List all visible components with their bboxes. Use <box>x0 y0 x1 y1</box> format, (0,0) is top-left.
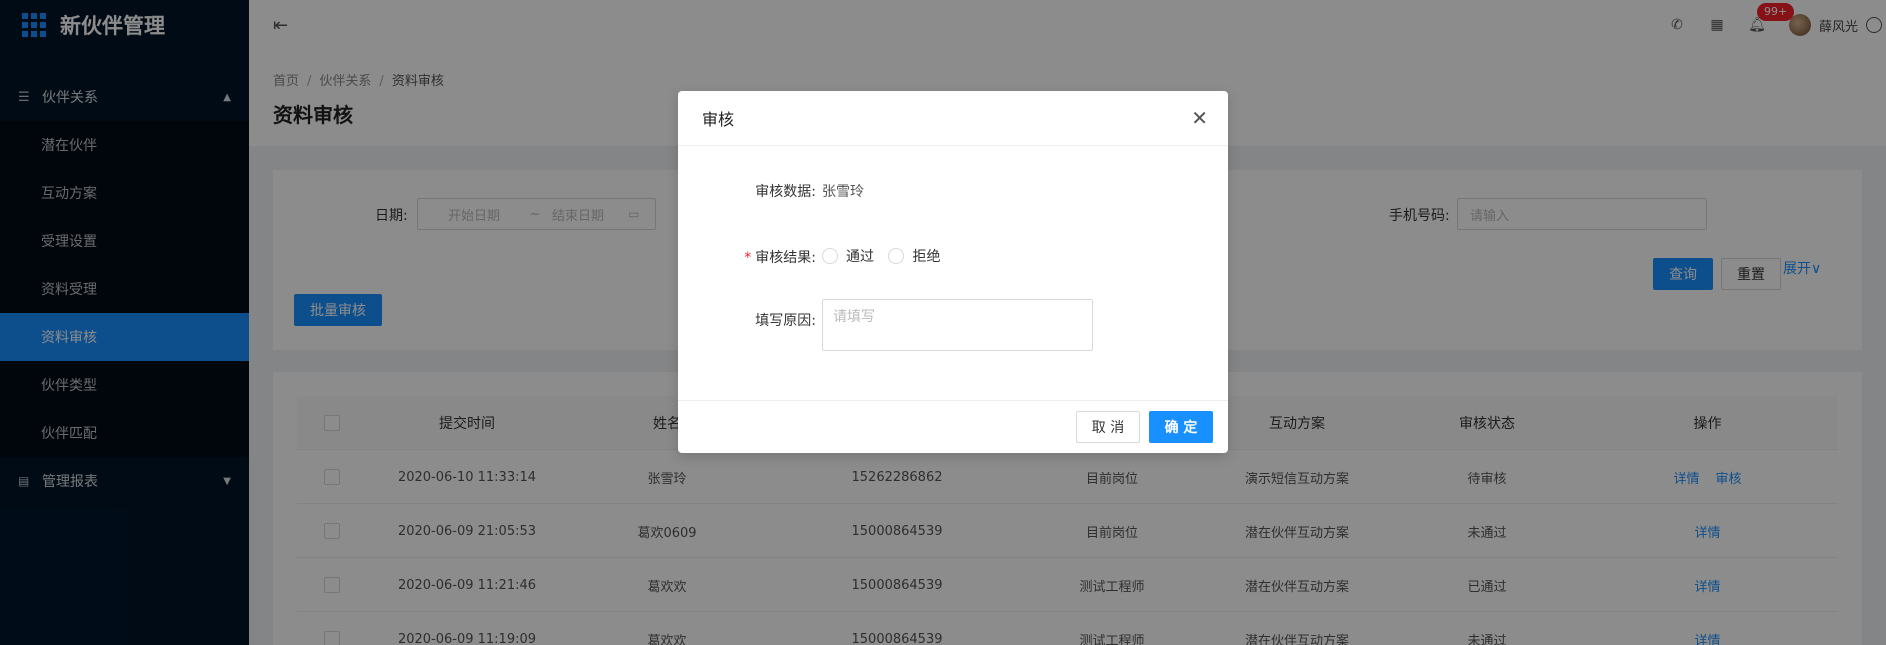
reason-label: 填写原因: <box>755 313 816 329</box>
cancel-button[interactable]: 取 消 <box>1076 411 1140 443</box>
radio-circle <box>822 248 838 264</box>
radio-pass[interactable]: 通过 <box>822 246 874 266</box>
modal-footer: 取 消 确 定 <box>678 400 1228 453</box>
radio-reject[interactable]: 拒绝 <box>888 246 940 266</box>
result-label: * 审核结果: <box>744 250 816 266</box>
reason-textarea[interactable]: 请填写 <box>822 299 1093 351</box>
modal-title: 审核 <box>702 110 735 129</box>
form-row-reason: 填写原因: 请填写 <box>678 299 1228 351</box>
form-row-result: * 审核结果: 通过 拒绝 <box>678 246 1228 268</box>
required-mark: * <box>744 250 752 266</box>
form-row-data: 审核数据: 张雪玲 <box>678 181 1228 201</box>
data-value: 张雪玲 <box>822 184 864 200</box>
modal-header: 审核 ✕ <box>678 91 1228 146</box>
review-modal: 审核 ✕ 审核数据: 张雪玲 * 审核结果: 通过 拒绝 填写原因: 请填写 取 … <box>678 91 1228 453</box>
radio-circle <box>888 248 905 264</box>
close-icon[interactable]: ✕ <box>1191 106 1208 130</box>
confirm-button[interactable]: 确 定 <box>1149 411 1213 443</box>
data-label: 审核数据: <box>755 184 816 200</box>
